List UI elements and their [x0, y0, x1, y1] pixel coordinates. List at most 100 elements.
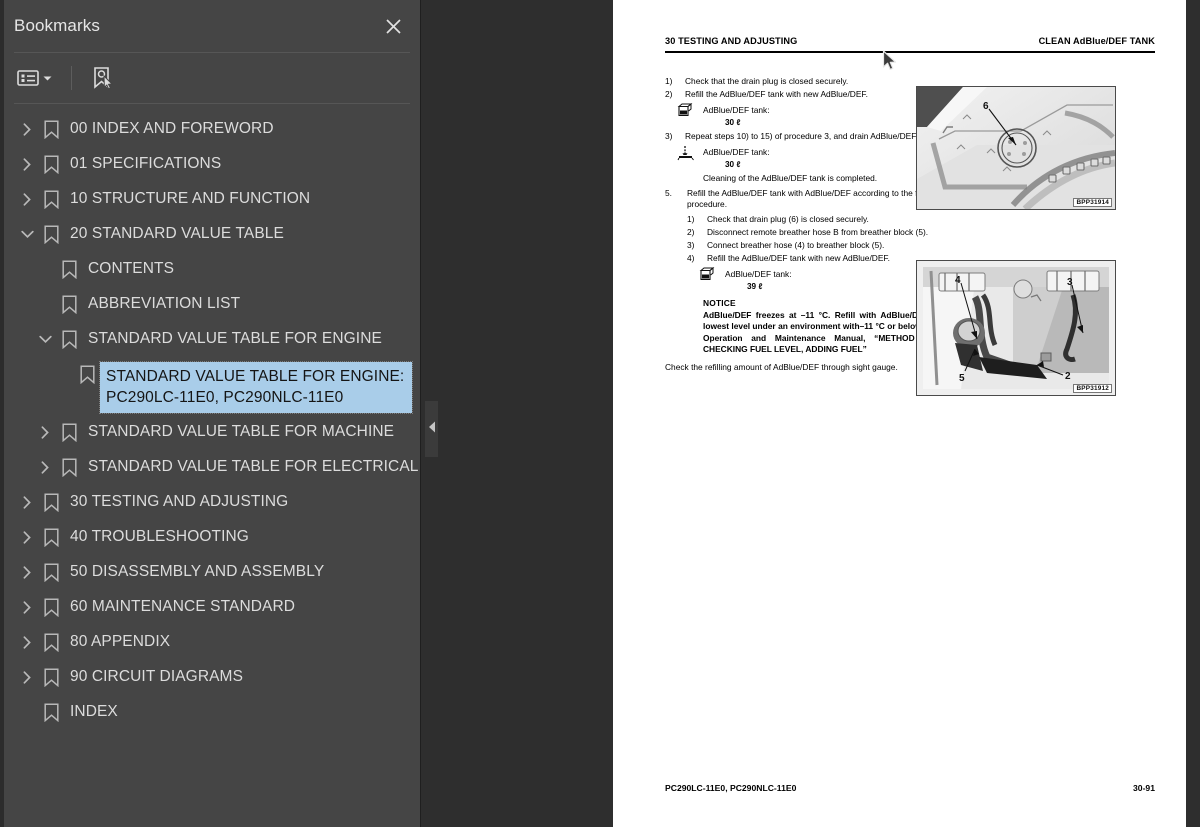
document-page: 30 TESTING AND ADJUSTING CLEAN AdBlue/DE… — [613, 0, 1186, 827]
substep-item: 2) Disconnect remote breather hose B fro… — [687, 227, 950, 238]
refill-container-icon — [677, 103, 694, 123]
close-icon[interactable] — [380, 13, 406, 39]
bookmark-label: ABBREVIATION LIST — [88, 295, 241, 312]
step-number: 3) — [665, 131, 673, 142]
viewer-background-left — [421, 0, 897, 827]
bookmark-icon — [56, 322, 82, 356]
bookmark-icon — [74, 357, 100, 391]
bookmark-icon — [38, 485, 64, 519]
step-item: 1) Check that the drain plug is closed s… — [665, 76, 950, 87]
chevron-right-icon[interactable] — [16, 660, 38, 694]
chevron-down-icon[interactable] — [34, 322, 56, 356]
bookmark-label: STANDARD VALUE TABLE FOR ENGINE: PC290LC… — [99, 361, 413, 414]
notice-block: NOTICE AdBlue/DEF freezes at –11 °C. Ref… — [665, 298, 950, 355]
bookmark-label: 01 SPECIFICATIONS — [70, 155, 222, 172]
step-text: Refill the AdBlue/DEF tank with new AdBl… — [685, 89, 868, 100]
bookmark-item[interactable]: STANDARD VALUE TABLE FOR ENGINE: PC290LC… — [4, 357, 420, 415]
bookmark-item[interactable]: ABBREVIATION LIST — [4, 287, 420, 322]
page-footer-right: 30-91 — [1133, 783, 1155, 793]
svg-text:2: 2 — [1065, 371, 1071, 382]
substep-item: 3) Connect breather hose (4) to breather… — [687, 240, 950, 251]
list-options-button[interactable] — [14, 65, 55, 91]
chevron-right-icon[interactable] — [16, 625, 38, 659]
bookmark-item[interactable]: CONTENTS — [4, 252, 420, 287]
bookmark-item[interactable]: 10 STRUCTURE AND FUNCTION — [4, 182, 420, 217]
bookmark-icon — [38, 217, 64, 251]
chevron-right-icon[interactable] — [34, 415, 56, 449]
bookmark-icon — [38, 625, 64, 659]
substep-number: 4) — [687, 252, 695, 263]
bookmark-item[interactable]: STANDARD VALUE TABLE FOR ELECTRICAL — [4, 450, 420, 485]
chevron-down-icon — [43, 75, 52, 82]
bookmark-icon — [56, 450, 82, 484]
bookmark-item[interactable]: 40 TROUBLESHOOTING — [4, 520, 420, 555]
drain-level-icon — [677, 145, 696, 166]
substep-number: 3) — [687, 239, 695, 250]
bookmark-item[interactable]: STANDARD VALUE TABLE FOR ENGINE — [4, 322, 420, 357]
chevron-down-icon[interactable] — [16, 217, 38, 251]
page-footer-left: PC290LC-11E0, PC290NLC-11E0 — [665, 783, 797, 793]
bookmark-item[interactable]: 30 TESTING AND ADJUSTING — [4, 485, 420, 520]
bookmark-label: 30 TESTING AND ADJUSTING — [70, 493, 289, 510]
bookmark-pointer-icon — [91, 66, 114, 90]
chevron-right-icon[interactable] — [16, 555, 38, 589]
section-number: 5. — [665, 188, 672, 199]
bookmark-icon — [56, 415, 82, 449]
refill-container-icon — [699, 266, 716, 287]
drain-plug-figure: 6 BPP31914 — [916, 86, 1116, 210]
spec-label: AdBlue/DEF tank: — [703, 105, 770, 116]
list-options-icon — [17, 69, 39, 87]
bookmark-item[interactable]: STANDARD VALUE TABLE FOR MACHINE — [4, 415, 420, 450]
bookmark-label: 40 TROUBLESHOOTING — [70, 528, 249, 545]
breather-block-figure: 4 3 5 2 BPP31912 — [916, 260, 1116, 396]
bookmark-label: CONTENTS — [88, 260, 175, 277]
chevron-right-icon[interactable] — [16, 112, 38, 146]
bookmark-label: 20 STANDARD VALUE TABLE — [70, 225, 284, 242]
collapse-sidebar-handle[interactable] — [425, 401, 438, 457]
bookmark-item[interactable]: 50 DISASSEMBLY AND ASSEMBLY — [4, 555, 420, 590]
step-item: 2) Refill the AdBlue/DEF tank with new A… — [665, 89, 950, 100]
section-item: 5. Refill the AdBlue/DEF tank with AdBlu… — [665, 188, 950, 210]
page-body: 1) Check that the drain plug is closed s… — [665, 76, 950, 373]
bookmark-label: 90 CIRCUIT DIAGRAMS — [70, 668, 244, 685]
bookmark-icon — [38, 695, 64, 729]
bookmark-item[interactable]: 00 INDEX AND FOREWORD — [4, 112, 420, 147]
bookmark-item[interactable]: 80 APPENDIX — [4, 625, 420, 660]
chevron-right-icon[interactable] — [34, 450, 56, 484]
substep-item: 4) Refill the AdBlue/DEF tank with new A… — [687, 253, 950, 264]
bookmarks-panel-header: Bookmarks — [4, 0, 420, 52]
spec-value: 30 ℓ — [725, 118, 741, 128]
bookmark-item[interactable]: 01 SPECIFICATIONS — [4, 147, 420, 182]
toolbar-divider — [71, 66, 72, 90]
svg-text:5: 5 — [959, 373, 965, 384]
panel-title: Bookmarks — [14, 16, 100, 35]
bookmark-item[interactable]: 60 MAINTENANCE STANDARD — [4, 590, 420, 625]
page-header-rule — [665, 51, 1155, 53]
chevron-right-icon[interactable] — [16, 485, 38, 519]
substep-text: Connect breather hose (4) to breather bl… — [707, 239, 885, 250]
chevron-right-icon[interactable] — [16, 182, 38, 216]
figure-id: BPP31912 — [1073, 384, 1112, 393]
substep-number: 1) — [687, 213, 695, 224]
step-number: 2) — [665, 89, 673, 100]
chevron-right-icon[interactable] — [16, 147, 38, 181]
document-viewer[interactable]: 30 TESTING AND ADJUSTING CLEAN AdBlue/DE… — [613, 0, 1200, 827]
bookmark-item[interactable]: 20 STANDARD VALUE TABLE — [4, 217, 420, 252]
find-current-bookmark-button[interactable] — [88, 62, 117, 94]
bookmark-icon — [38, 112, 64, 146]
spec-block: AdBlue/DEF tank: 39 ℓ — [665, 266, 950, 291]
section-text: Refill the AdBlue/DEF tank with AdBlue/D… — [687, 188, 948, 210]
pdf-viewer-window: Bookmarks 00 INDEX AND FOREWORD 01 SPECI… — [0, 0, 1200, 827]
substep-list: 1) Check that drain plug (6) is closed s… — [665, 214, 950, 264]
bookmark-icon — [38, 182, 64, 216]
chevron-left-icon — [428, 420, 436, 438]
step-text: Check that the drain plug is closed secu… — [685, 76, 849, 86]
page-footer: PC290LC-11E0, PC290NLC-11E0 30-91 — [665, 783, 1155, 793]
chevron-right-icon[interactable] — [16, 590, 38, 624]
spec-label: AdBlue/DEF tank: — [703, 147, 770, 158]
bookmark-item[interactable]: 90 CIRCUIT DIAGRAMS — [4, 660, 420, 695]
chevron-right-icon[interactable] — [16, 520, 38, 554]
bookmark-label: 00 INDEX AND FOREWORD — [70, 120, 274, 137]
bookmarks-tree[interactable]: 00 INDEX AND FOREWORD 01 SPECIFICATIONS 10… — [4, 104, 420, 827]
bookmark-item[interactable]: INDEX — [4, 695, 420, 730]
